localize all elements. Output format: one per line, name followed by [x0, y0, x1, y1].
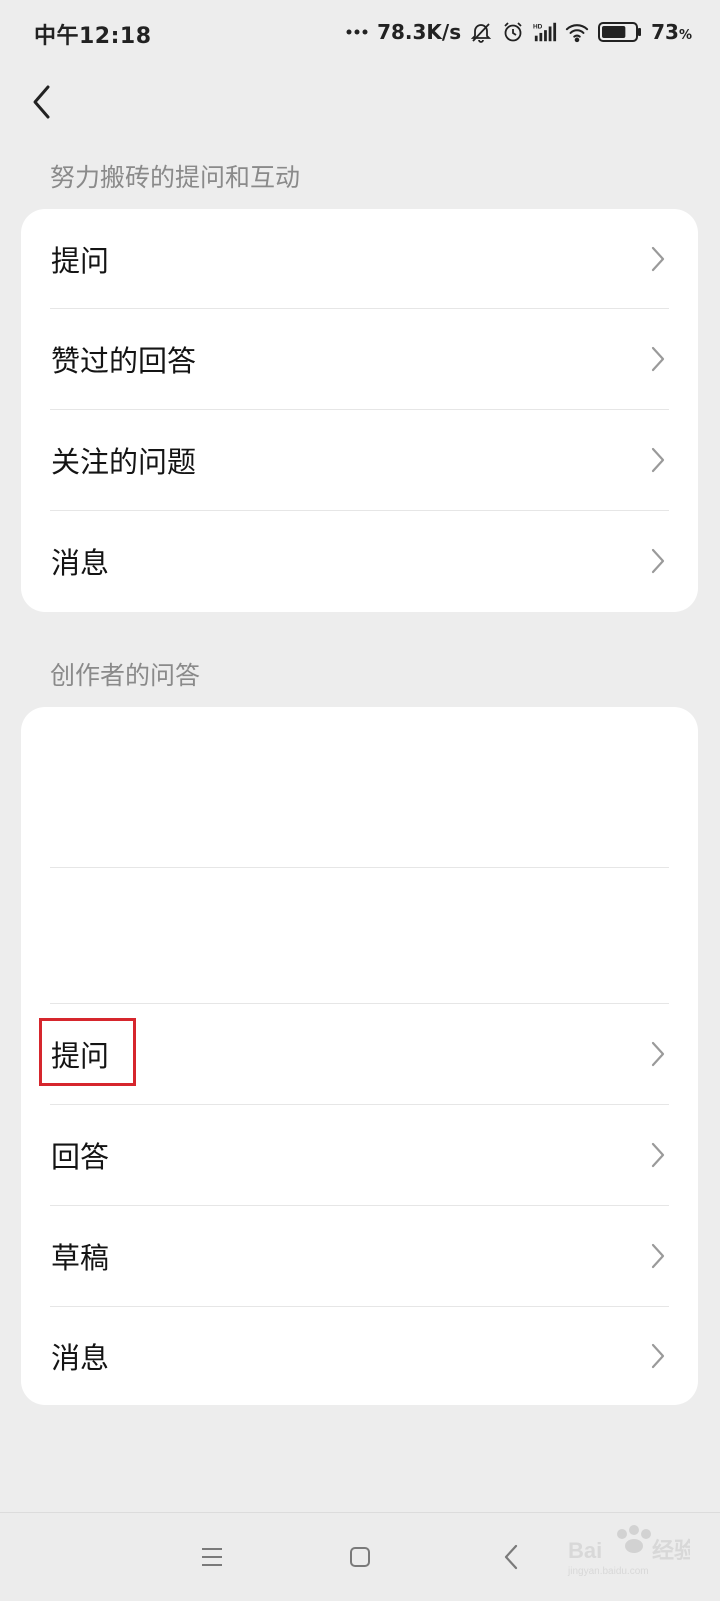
- menu-item-creator-ask[interactable]: 提问: [21, 1003, 698, 1104]
- chevron-right-icon: [648, 1141, 668, 1169]
- hd-signal-icon: HD: [533, 20, 557, 44]
- chevron-right-icon: [648, 1342, 668, 1370]
- section-title-interactions: 努力搬砖的提问和互动: [50, 163, 301, 192]
- menu-item-followed-questions[interactable]: 关注的问题: [21, 409, 698, 510]
- card-interactions: 提问 赞过的回答 关注的问题 消息: [21, 209, 698, 612]
- chevron-right-icon: [648, 547, 668, 575]
- menu-item-label: 提问: [51, 1038, 110, 1073]
- dots-icon: [345, 20, 369, 44]
- svg-text:jingyan.baidu.com: jingyan.baidu.com: [567, 1566, 649, 1577]
- menu-item-creator-drafts[interactable]: 草稿: [21, 1205, 698, 1306]
- card-creator: 提问 回答 草稿 消息: [21, 707, 698, 1405]
- menu-item-label: 赞过的回答: [51, 343, 197, 378]
- chevron-right-icon: [648, 345, 668, 373]
- wifi-icon: [565, 20, 589, 44]
- section-title-creator: 创作者的问答: [50, 661, 201, 690]
- home-square-icon: [350, 1547, 370, 1567]
- chevron-right-icon: [648, 1040, 668, 1068]
- menu-item-creator-answers[interactable]: 回答: [21, 1104, 698, 1205]
- menu-item-label: 提问: [51, 243, 110, 278]
- blank-row: [21, 867, 698, 1003]
- menu-item-label: 消息: [51, 546, 110, 580]
- svg-text:Bai: Bai: [568, 1538, 602, 1563]
- menu-item-creator-messages[interactable]: 消息: [21, 1306, 698, 1405]
- battery-percent: 73%: [651, 20, 692, 44]
- recents-button[interactable]: [190, 1535, 234, 1579]
- alarm-icon: [501, 20, 525, 44]
- status-bar: 中午12:18 78.3K/s HD 73%: [0, 0, 720, 64]
- blank-row: [21, 707, 698, 867]
- menu-item-liked-answers[interactable]: 赞过的回答: [21, 308, 698, 409]
- system-back-button[interactable]: [489, 1535, 533, 1579]
- net-speed: 78.3K/s: [377, 20, 462, 44]
- svg-text:经验: 经验: [652, 1538, 690, 1563]
- chevron-right-icon: [648, 446, 668, 474]
- menu-item-label: 消息: [51, 1340, 110, 1375]
- status-icons: 78.3K/s HD 73%: [345, 16, 692, 48]
- home-button[interactable]: [338, 1535, 382, 1579]
- chevron-right-icon: [648, 1242, 668, 1270]
- menu-item-label: 关注的问题: [51, 444, 197, 479]
- menu-item-label: 草稿: [51, 1240, 110, 1275]
- chevron-left-icon: [33, 85, 50, 119]
- back-button[interactable]: [20, 80, 64, 124]
- menu-item-messages[interactable]: 消息: [21, 510, 698, 612]
- menu-item-label: 回答: [51, 1139, 110, 1174]
- mute-bell-icon: [469, 20, 493, 44]
- back-triangle-icon: [504, 1544, 518, 1570]
- watermark-logo: Bai 经验 jingyan.baidu.com: [567, 1525, 690, 1577]
- menu-item-ask[interactable]: 提问: [21, 209, 698, 308]
- svg-text:HD: HD: [533, 23, 543, 30]
- menu-icon: [202, 1548, 222, 1566]
- status-time: 中午12:18: [34, 24, 152, 49]
- battery-icon: [597, 20, 643, 44]
- chevron-right-icon: [648, 245, 668, 273]
